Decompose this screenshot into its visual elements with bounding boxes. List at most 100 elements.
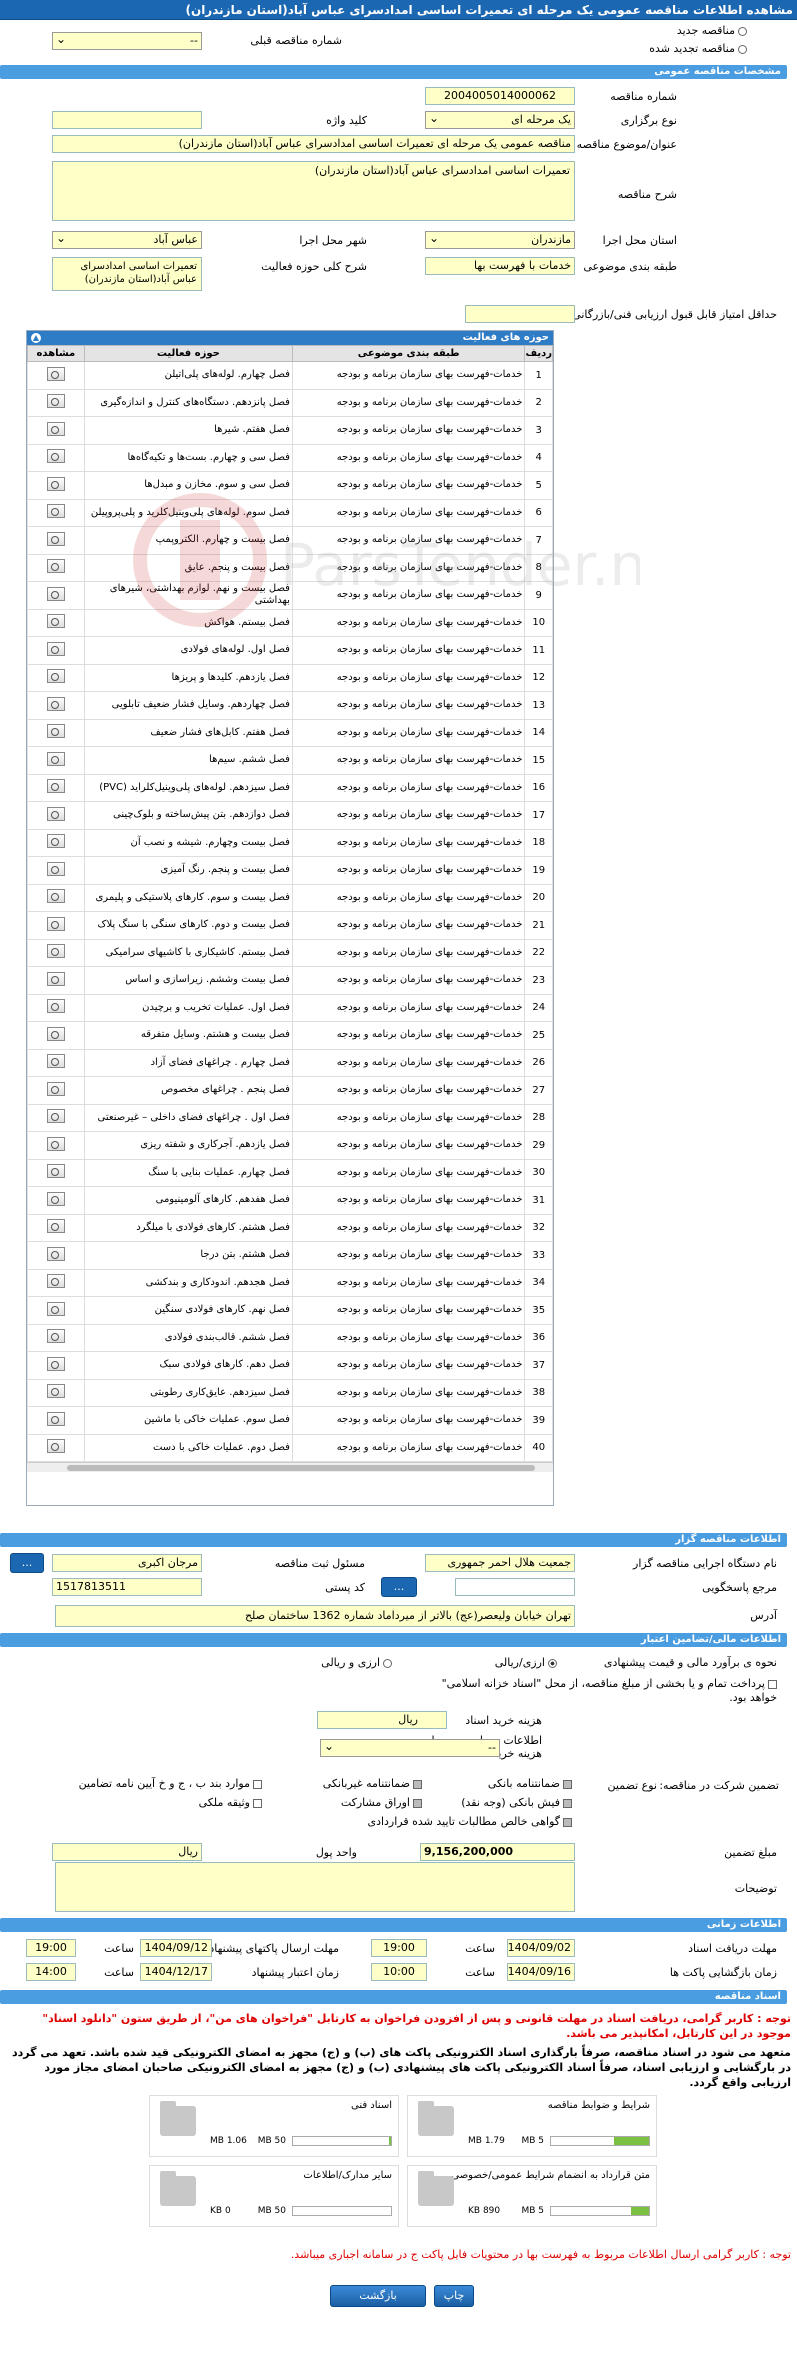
treasury-checkbox[interactable]: پرداخت تمام و یا بخشی از مبلغ مناقصه، از… [427,1677,777,1705]
view-icon[interactable] [46,724,65,739]
view-icon[interactable] [46,971,65,986]
view-icon[interactable] [46,1439,65,1454]
ref-field[interactable] [455,1578,575,1596]
prev-tender-select[interactable]: -- [52,31,202,50]
guar-claims[interactable]: گواهی خالص مطالبات تایید شده قراردادی [367,1815,572,1828]
row-view[interactable] [27,966,85,995]
row-view[interactable] [27,608,85,637]
view-icon[interactable] [46,861,65,876]
back-button[interactable]: بازگشت [330,2285,426,2307]
row-view[interactable] [27,526,85,555]
view-icon[interactable] [46,1026,65,1041]
view-icon[interactable] [46,1301,65,1316]
row-view[interactable] [27,1378,85,1407]
row-view[interactable] [27,746,85,775]
view-icon[interactable] [46,1356,65,1371]
view-icon[interactable] [46,504,65,519]
row-view[interactable] [27,856,85,885]
row-view[interactable] [27,1268,85,1297]
view-icon[interactable] [46,751,65,766]
view-icon[interactable] [46,889,65,904]
view-icon[interactable] [46,1191,65,1206]
view-icon[interactable] [46,669,65,684]
view-icon[interactable] [46,586,65,601]
row-view[interactable] [27,416,85,445]
view-icon[interactable] [46,1274,65,1289]
view-icon[interactable] [46,944,65,959]
row-view[interactable] [27,718,85,747]
view-icon[interactable] [46,1109,65,1124]
row-view[interactable] [27,691,85,720]
view-icon[interactable] [46,1164,65,1179]
row-view[interactable] [27,883,85,912]
row-view[interactable] [27,911,85,940]
row-view[interactable] [27,1103,85,1132]
view-icon[interactable] [46,999,65,1014]
row-view[interactable] [27,388,85,417]
view-icon[interactable] [46,779,65,794]
view-icon[interactable] [46,696,65,711]
row-view[interactable] [27,1213,85,1242]
keyword-field[interactable] [52,111,202,129]
row-view[interactable] [27,498,85,527]
row-view[interactable] [27,663,85,692]
row-view[interactable] [27,1433,85,1462]
file-box-terms[interactable]: شرایط و ضوابط مناقصه 5 MB 1.79 MB [407,2095,657,2157]
estimate-option1[interactable]: ارزی/ریالی [495,1656,557,1669]
guar-cash[interactable]: فیش بانکی (وجه نقد) [461,1796,572,1809]
type-select[interactable]: یک مرحله ای [425,110,575,129]
estimate-option2[interactable]: ارزی و ریالی [321,1656,392,1669]
province-select[interactable]: مازندران [425,230,575,249]
row-view[interactable] [27,828,85,857]
view-icon[interactable] [46,641,65,656]
row-view[interactable] [27,361,85,390]
view-icon[interactable] [46,1411,65,1426]
view-icon[interactable] [46,1246,65,1261]
row-view[interactable] [27,993,85,1022]
view-icon[interactable] [46,449,65,464]
ref-picker-button[interactable]: ... [381,1577,417,1597]
row-view[interactable] [27,1351,85,1380]
row-view[interactable] [27,1241,85,1270]
guar-other[interactable]: موارد بند ب ، ج و خ آیین نامه تضامین [79,1777,262,1790]
guar-nonbank[interactable]: ضمانتنامه غیربانکی [323,1777,422,1790]
guar-bank[interactable]: ضمانتنامه بانکی [488,1777,572,1790]
view-icon[interactable] [46,1081,65,1096]
row-view[interactable] [27,1296,85,1325]
view-icon[interactable] [46,1219,65,1234]
row-view[interactable] [27,581,85,610]
guar-property[interactable]: وثیقه ملکی [199,1796,262,1809]
row-view[interactable] [27,773,85,802]
file-box-other[interactable]: سایر مدارک/اطلاعات 50 MB 0 KB [149,2165,399,2227]
row-view[interactable] [27,553,85,582]
account-select[interactable]: -- [320,1738,500,1757]
view-icon[interactable] [46,421,65,436]
view-icon[interactable] [46,1384,65,1399]
table-scrollbar[interactable] [27,1462,553,1472]
row-view[interactable] [27,1021,85,1050]
file-box-technical[interactable]: اسناد فنی 50 MB 1.06 MB [149,2095,399,2157]
view-icon[interactable] [46,394,65,409]
row-view[interactable] [27,636,85,665]
row-view[interactable] [27,1323,85,1352]
view-icon[interactable] [46,476,65,491]
view-icon[interactable] [46,366,65,381]
view-icon[interactable] [46,1054,65,1069]
view-icon[interactable] [46,1136,65,1151]
row-view[interactable] [27,471,85,500]
row-view[interactable] [27,1076,85,1105]
new-tender-radio[interactable]: مناقصه جدید [677,24,747,37]
city-select[interactable]: عباس آباد [52,230,202,249]
row-view[interactable] [27,1186,85,1215]
view-icon[interactable] [46,614,65,629]
collapse-icon[interactable]: ▲ [31,333,41,343]
view-icon[interactable] [46,834,65,849]
renewed-tender-radio[interactable]: مناقصه تجدید شده [649,42,747,55]
row-view[interactable] [27,1158,85,1187]
print-button[interactable]: چاپ [434,2285,474,2307]
row-view[interactable] [27,1131,85,1160]
min-score-field[interactable] [465,305,575,323]
row-view[interactable] [27,1406,85,1435]
row-view[interactable] [27,801,85,830]
view-icon[interactable] [46,559,65,574]
